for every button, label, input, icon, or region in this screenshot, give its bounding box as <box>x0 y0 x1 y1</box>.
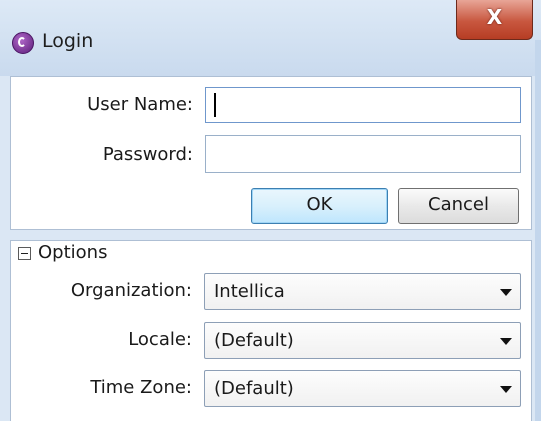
ok-button[interactable]: OK <box>251 188 388 224</box>
organization-select[interactable]: Intellica <box>204 273 521 310</box>
locale-label: Locale: <box>128 329 192 350</box>
password-label: Password: <box>102 144 193 165</box>
locale-value: (Default) <box>214 330 294 351</box>
username-input[interactable] <box>205 87 521 123</box>
options-group-title[interactable]: Options <box>38 242 112 263</box>
organization-value: Intellica <box>214 281 285 302</box>
organization-label: Organization: <box>70 280 192 301</box>
text-caret <box>214 93 216 117</box>
window-border <box>535 40 541 421</box>
password-input[interactable] <box>205 135 521 173</box>
credentials-panel: User Name: Password: OK Cancel <box>10 76 532 230</box>
locale-select[interactable]: (Default) <box>204 322 521 359</box>
collapse-minus-icon[interactable] <box>18 247 31 260</box>
chevron-down-icon[interactable] <box>500 338 512 345</box>
app-logo-icon <box>12 32 34 54</box>
window-title: Login <box>42 30 94 52</box>
login-window: Login X User Name: Password: OK Cancel O… <box>0 0 541 421</box>
timezone-value: (Default) <box>214 378 294 399</box>
chevron-down-icon[interactable] <box>500 289 512 296</box>
username-label: User Name: <box>87 94 193 115</box>
title-bar[interactable]: Login X <box>0 0 541 76</box>
close-button[interactable]: X <box>456 0 533 40</box>
close-icon: X <box>486 5 503 29</box>
timezone-select[interactable]: (Default) <box>204 370 521 407</box>
timezone-label: Time Zone: <box>90 377 192 398</box>
chevron-down-icon[interactable] <box>500 386 512 393</box>
cancel-button[interactable]: Cancel <box>398 188 519 224</box>
